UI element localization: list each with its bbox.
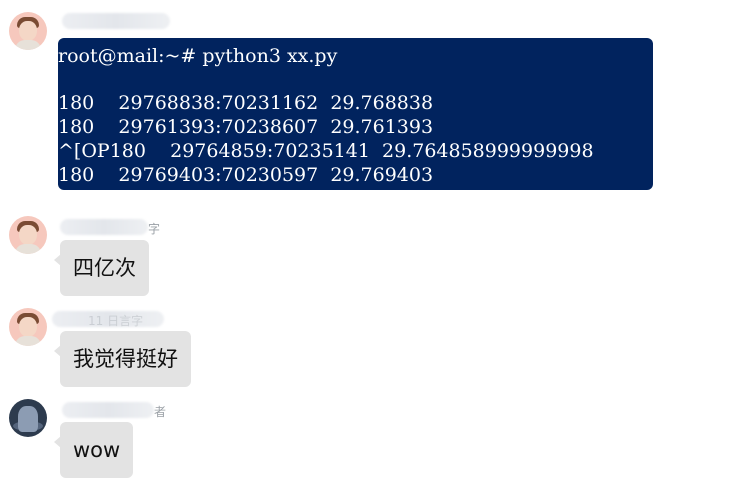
avatar[interactable]	[9, 399, 47, 437]
message-text: wow	[73, 437, 121, 462]
message-text: 我觉得挺好	[73, 346, 178, 371]
avatar[interactable]	[9, 216, 47, 254]
message-text: 四亿次	[73, 255, 136, 280]
avatar-shirt	[15, 40, 41, 50]
sender-name-blurred	[62, 402, 154, 418]
avatar[interactable]	[9, 308, 47, 346]
message-bubble[interactable]: wow	[54, 422, 134, 478]
terminal-line: 180 29768838:70231162 29.768838	[58, 92, 434, 114]
sender-name-tail: 11 日言字	[88, 314, 144, 328]
terminal-line: 180 29761393:70238607 29.761393	[58, 116, 434, 138]
avatar-shirt	[15, 244, 41, 254]
terminal-screenshot[interactable]: root@mail:~# python3 xx.py 180 29768838:…	[58, 38, 653, 190]
sender-name-blurred	[60, 219, 148, 235]
terminal-line: root@mail:~# python3 xx.py	[58, 45, 338, 67]
bubble-tail	[54, 436, 61, 448]
terminal-line: ^[OP180 29764859:70235141 29.76485899999…	[58, 140, 594, 162]
avatar-figure	[18, 406, 38, 432]
avatar-face	[19, 317, 37, 337]
sender-name-tail: 者	[154, 405, 167, 419]
sender-name-blurred	[62, 13, 170, 29]
sender-name-tail: 字	[148, 222, 161, 236]
terminal-line: 180 29769403:70230597 29.769403	[58, 164, 434, 186]
avatar-face	[19, 225, 37, 245]
avatar-shirt	[15, 336, 41, 346]
message-bubble[interactable]: 我觉得挺好	[54, 331, 191, 387]
message-bubble[interactable]: 四亿次	[54, 240, 149, 296]
avatar-face	[19, 21, 37, 41]
bubble-tail	[54, 254, 61, 266]
avatar[interactable]	[9, 12, 47, 50]
bubble-tail	[54, 345, 61, 357]
